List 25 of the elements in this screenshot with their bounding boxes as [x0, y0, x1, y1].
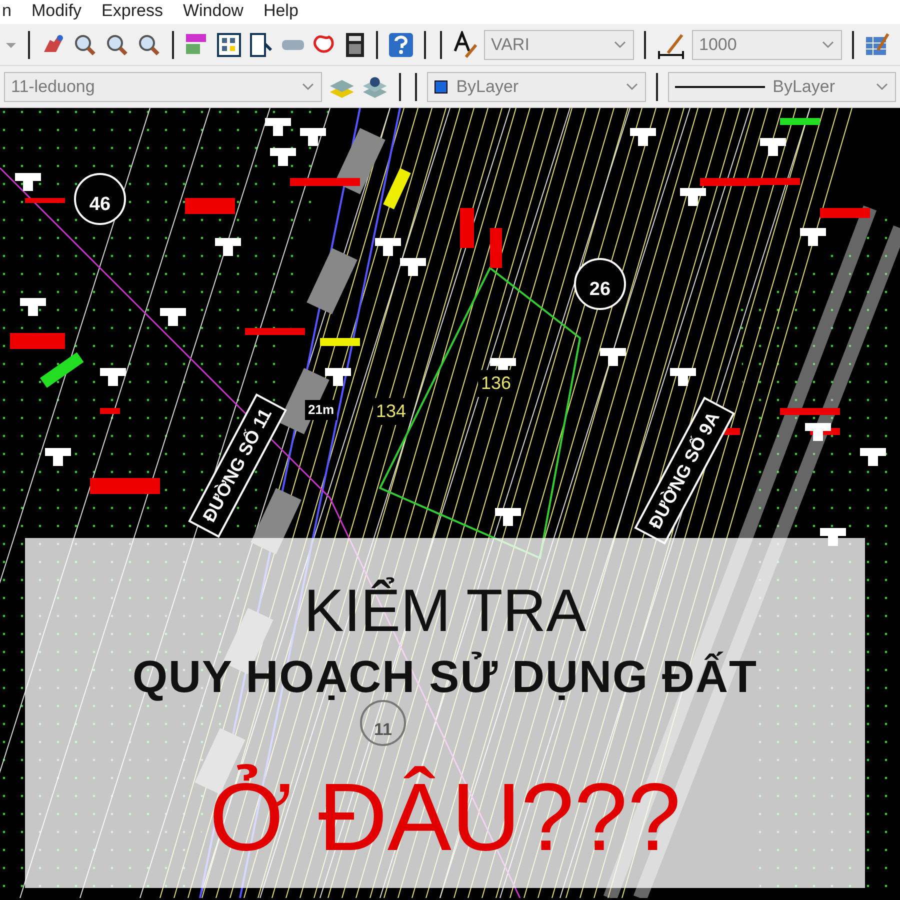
menu-item[interactable]: n — [2, 0, 12, 24]
grid-icon[interactable] — [216, 32, 242, 58]
caret-icon — [624, 82, 639, 92]
menu-item[interactable]: Window — [182, 0, 244, 24]
menu-item[interactable]: Modify — [31, 0, 82, 24]
table-style-icon[interactable] — [864, 32, 890, 58]
layer-dropdown[interactable]: 11-leduong — [4, 72, 322, 102]
dimension-scale-dropdown[interactable]: 1000 — [692, 30, 842, 60]
menu-item[interactable]: Express — [102, 0, 163, 24]
menu-item[interactable]: Help — [263, 0, 298, 24]
linetype-dropdown[interactable]: ByLayer — [668, 72, 896, 102]
calculator-icon[interactable] — [344, 32, 366, 58]
caret-icon — [300, 82, 315, 92]
document-icon[interactable] — [248, 32, 274, 58]
color-dropdown[interactable]: ByLayer — [427, 72, 646, 102]
caret-icon — [613, 40, 627, 50]
heading-text: KIỂM TRA — [304, 578, 586, 644]
dimension-text: 21m — [305, 400, 338, 420]
heading-text: Ở ĐÂU??? — [209, 763, 681, 873]
caret-icon — [821, 40, 835, 50]
text-style-icon[interactable] — [452, 30, 478, 58]
help-icon[interactable] — [388, 32, 414, 58]
line-sample-icon — [674, 84, 765, 88]
text-style-dropdown[interactable]: VARI — [484, 30, 634, 60]
caret-icon — [874, 82, 889, 92]
